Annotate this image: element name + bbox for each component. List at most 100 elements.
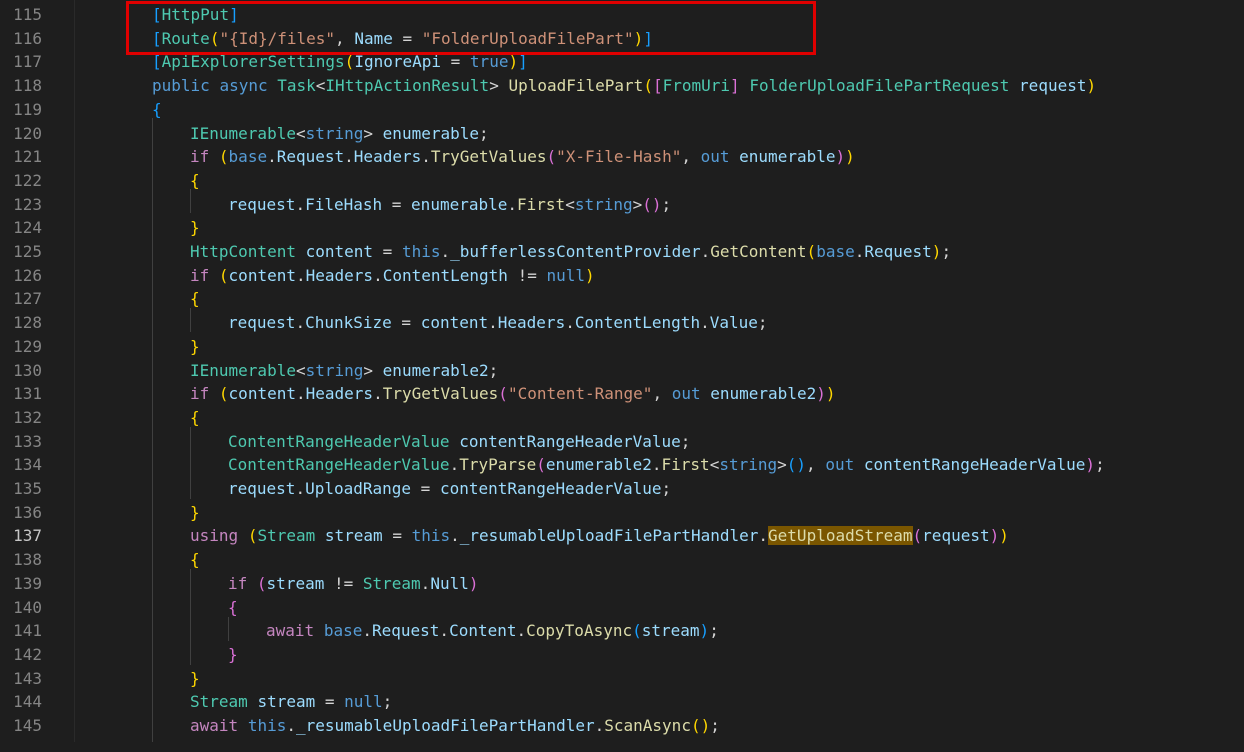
code-line[interactable]: 143} <box>0 667 1244 691</box>
line-code: } <box>190 335 200 359</box>
code-editor[interactable]: 115 [HttpPut] 116 [Route("{Id}/files", Name… <box>0 0 1244 752</box>
line-code: { <box>152 98 162 122</box>
code-token: > <box>363 360 383 380</box>
code-line[interactable]: 119 { <box>0 98 1244 122</box>
code-token: ) <box>508 52 519 72</box>
red-highlight-box <box>126 1 816 55</box>
code-token: . <box>344 147 354 167</box>
code-line[interactable]: 123 request.FileHash = enumerable.First<s… <box>0 193 1244 217</box>
code-line[interactable]: 125 HttpContent content = this._bufferles… <box>0 240 1244 264</box>
code-token: stream <box>641 621 700 641</box>
code-line[interactable]: 120 IEnumerable<string> enumerable; <box>0 122 1244 146</box>
code-token: > <box>489 76 509 96</box>
code-token: TryParse <box>459 455 537 475</box>
code-token: = <box>315 692 345 712</box>
code-line[interactable]: 144 Stream stream = null; <box>0 690 1244 714</box>
line-code: } <box>190 501 200 525</box>
code-line[interactable]: 118 public async Task<IHttpActionResult> … <box>0 74 1244 98</box>
line-code: if (base.Request.Headers.TryGetValues("X… <box>190 145 855 169</box>
code-line[interactable]: 140 { <box>0 596 1244 620</box>
code-token: ; <box>479 123 489 143</box>
code-token: ; <box>757 313 768 333</box>
code-token: ( <box>536 455 546 475</box>
code-token: Stream <box>190 692 248 712</box>
line-code: IEnumerable<string> enumerable2; <box>190 359 498 383</box>
code-line[interactable]: 128 request.ChunkSize = content.Headers.C… <box>0 311 1244 335</box>
code-line[interactable]: 122 { <box>0 169 1244 193</box>
code-line[interactable]: 138 { <box>0 548 1244 572</box>
code-line[interactable]: 137 using (Stream stream = this._resumabl… <box>0 524 1244 548</box>
code-line[interactable]: 141 await base.Request.Content.CopyToAsyn… <box>0 619 1244 643</box>
code-token: this <box>401 242 441 261</box>
code-token: Headers <box>305 265 374 285</box>
line-number: 135 <box>13 479 42 498</box>
code-token: ScanAsync <box>604 716 691 735</box>
code-token: ( <box>912 526 923 546</box>
code-line[interactable]: 121 if (base.Request.Headers.TryGetValues… <box>0 145 1244 169</box>
code-line[interactable]: 145 await this._resumableUploadFilePartHa… <box>0 714 1244 738</box>
code-line[interactable]: 124} <box>0 216 1244 240</box>
code-token: GetContent <box>710 242 807 261</box>
code-line[interactable]: 133 ContentRangeHeaderValue contentRangeH… <box>0 430 1244 454</box>
code-line[interactable]: 126 if (content.Headers.ContentLength != … <box>0 264 1244 288</box>
code-token: IHttpActionResult <box>325 76 490 96</box>
code-token: . <box>450 526 460 546</box>
code-line[interactable]: 135 request.UploadRange = contentRangeHea… <box>0 477 1244 501</box>
code-token: ) <box>1086 76 1097 96</box>
line-number: 122 <box>13 170 42 190</box>
line-code: public async Task<IHttpActionResult> Upl… <box>152 74 1096 98</box>
code-token: UploadRange <box>305 479 412 498</box>
code-token: enumerable <box>382 123 479 143</box>
code-token: != <box>507 265 547 285</box>
code-token: = <box>391 313 421 333</box>
code-token: string <box>574 194 633 214</box>
code-token: ) <box>585 265 595 285</box>
code-token: Headers <box>497 313 566 333</box>
code-token: ) <box>816 384 826 404</box>
code-token: ) <box>931 242 942 261</box>
line-code: ContentRangeHeaderValue contentRangeHead… <box>228 430 690 454</box>
code-token: _bufferlessContentProvider <box>450 242 701 261</box>
code-line[interactable]: 134 ContentRangeHeaderValue.TryParse(enum… <box>0 453 1244 477</box>
code-token: enumerable <box>411 194 508 214</box>
code-line[interactable]: 142} <box>0 643 1244 667</box>
code-token: HttpContent <box>190 242 296 261</box>
code-token: First <box>517 194 566 214</box>
code-line[interactable]: 136} <box>0 501 1244 525</box>
line-number: 141 <box>13 621 42 641</box>
code-token: } <box>190 336 200 356</box>
line-code: HttpContent content = this._bufferlessCo… <box>190 240 951 264</box>
code-line[interactable]: 132 { <box>0 406 1244 430</box>
line-number: 128 <box>13 313 42 333</box>
line-code: IEnumerable<string> enumerable; <box>190 122 489 146</box>
code-token: . <box>449 455 460 475</box>
code-line[interactable]: 127 { <box>0 287 1244 311</box>
code-token: } <box>190 502 200 522</box>
code-token: = <box>411 479 440 498</box>
line-number: 126 <box>13 265 42 285</box>
code-line[interactable]: 131 if (content.Headers.TryGetValues("Con… <box>0 382 1244 406</box>
code-token: ( <box>218 265 229 285</box>
code-token: if <box>190 384 210 404</box>
line-number: 140 <box>13 597 42 617</box>
code-line[interactable]: 130 IEnumerable<string> enumerable2; <box>0 359 1244 383</box>
code-token: stream <box>324 526 383 546</box>
code-line[interactable]: 129} <box>0 335 1244 359</box>
code-token: { <box>190 407 200 427</box>
code-token: request <box>228 313 296 333</box>
code-token: . <box>594 716 605 735</box>
code-token: ( <box>806 242 817 261</box>
line-number: 120 <box>13 123 42 143</box>
code-line[interactable]: 139 if (stream != Stream.Null) <box>0 572 1244 596</box>
code-token: TryGetValues <box>430 147 547 167</box>
code-token: ) <box>825 384 836 404</box>
code-token: < <box>709 455 720 475</box>
code-token: contentRangeHeaderValue <box>459 431 681 451</box>
code-token: ( <box>786 455 797 475</box>
code-token: = <box>373 242 402 261</box>
line-code: { <box>228 596 238 620</box>
